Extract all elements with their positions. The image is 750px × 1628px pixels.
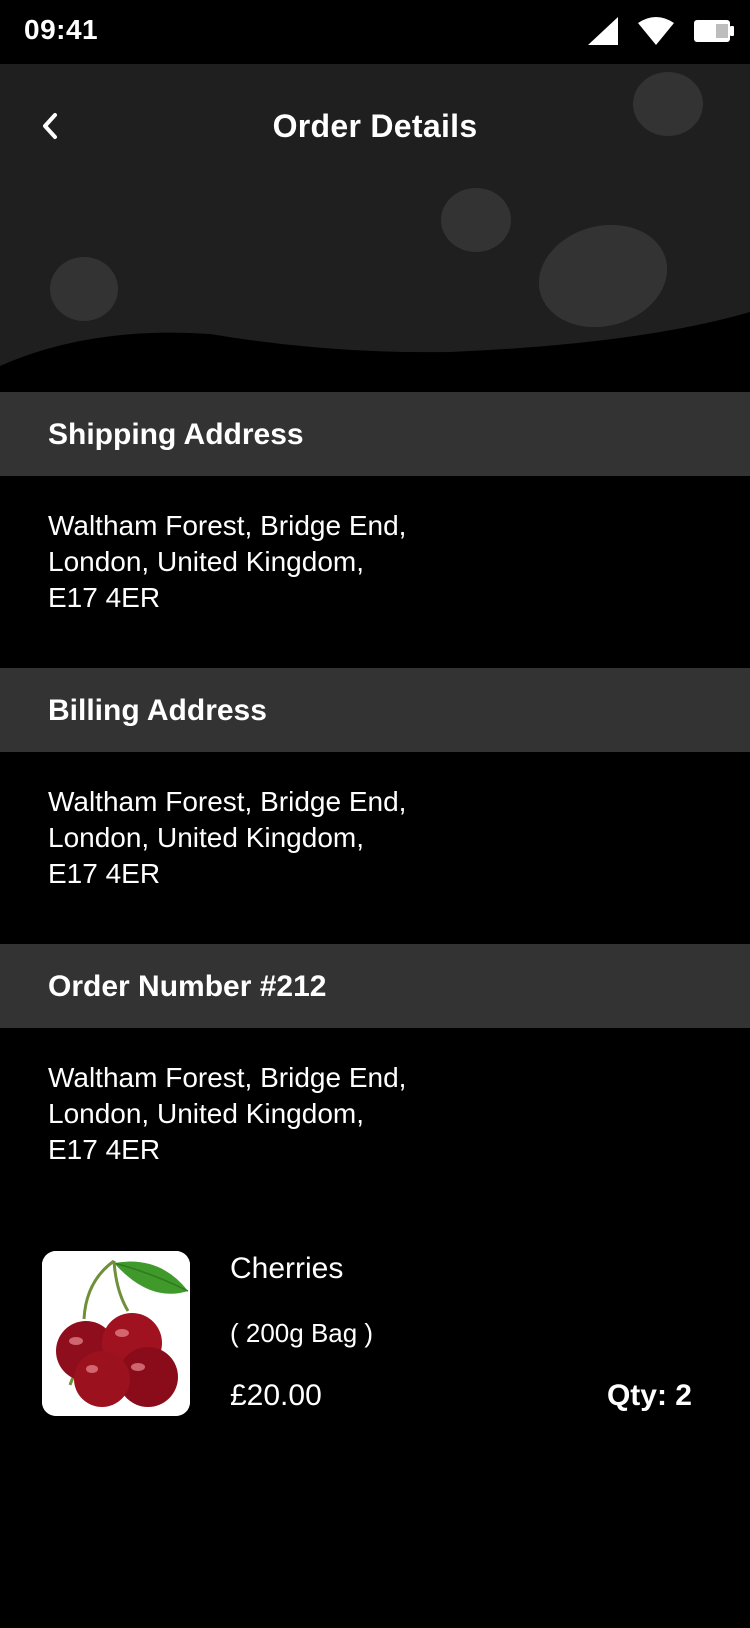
decorative-bubble [441, 188, 511, 252]
order-number-title: Order Number #212 [48, 970, 327, 1003]
product-name: Cherries [230, 1252, 344, 1285]
wifi-icon [638, 16, 674, 50]
header: Order Details [0, 64, 750, 394]
product-price: £20.00 [230, 1379, 322, 1412]
status-time: 09:41 [24, 14, 99, 45]
address-line: London, United Kingdom, [48, 1098, 364, 1129]
billing-address: Waltham Forest, Bridge End, London, Unit… [48, 784, 406, 892]
order-number-header: Order Number #212 [0, 944, 750, 1028]
status-bar: 09:41 [0, 0, 750, 64]
page-title: Order Details [272, 108, 478, 144]
shipping-address-header: Shipping Address [0, 392, 750, 476]
cherries-image [42, 1251, 190, 1416]
address-line: Waltham Forest, Bridge End, [48, 786, 407, 817]
status-icons [588, 16, 734, 50]
shipping-address-title: Shipping Address [48, 418, 304, 451]
order-address: Waltham Forest, Bridge End, London, Unit… [48, 1060, 406, 1168]
address-line: London, United Kingdom, [48, 546, 364, 577]
address-line: Waltham Forest, Bridge End, [48, 510, 407, 541]
cellular-signal-icon [588, 16, 618, 50]
decorative-bubble [50, 257, 118, 321]
billing-address-title: Billing Address [48, 694, 267, 727]
product-quantity: Qty: 2 [606, 1379, 692, 1412]
address-line: E17 4ER [48, 1134, 161, 1165]
shipping-address: Waltham Forest, Bridge End, London, Unit… [48, 508, 406, 616]
address-line: E17 4ER [48, 582, 161, 613]
address-line: Waltham Forest, Bridge End, [48, 1062, 407, 1093]
battery-icon [694, 19, 734, 47]
address-line: E17 4ER [48, 858, 161, 889]
billing-address-header: Billing Address [0, 668, 750, 752]
address-line: London, United Kingdom, [48, 822, 364, 853]
product-image [42, 1251, 190, 1416]
product-variant: ( 200g Bag ) [230, 1318, 374, 1348]
